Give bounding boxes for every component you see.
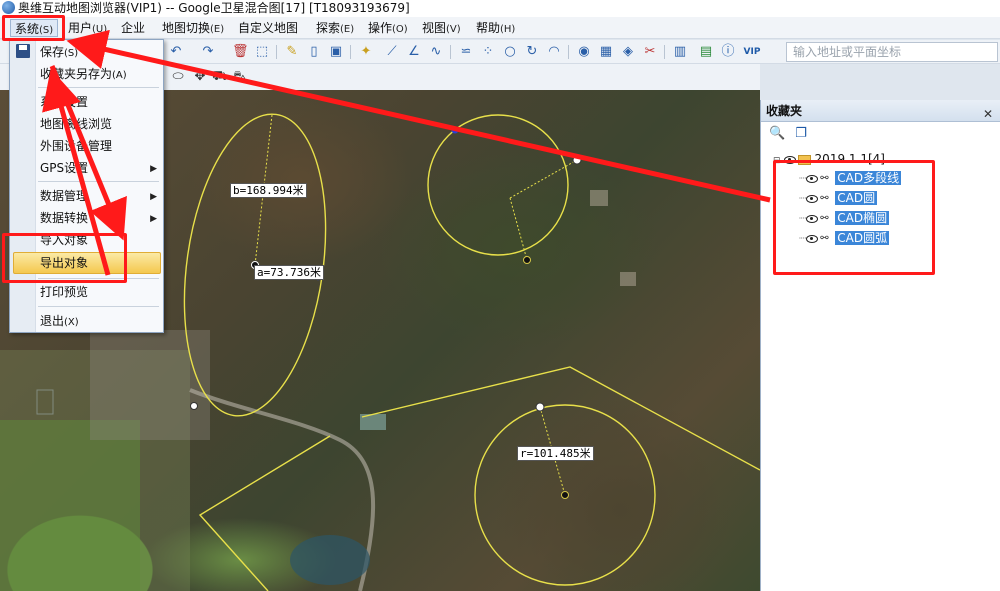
chat-icon[interactable]: ▤ <box>698 44 714 60</box>
favorites-toolbar: 🔍 ❐ <box>761 122 1000 146</box>
circle-tool-icon[interactable]: ○ <box>502 44 518 60</box>
arc-icon[interactable]: ◠ <box>546 44 562 60</box>
angle-icon[interactable]: ∠ <box>406 44 422 60</box>
menu-enterprise[interactable]: 企业 <box>117 19 149 37</box>
save-icon <box>16 44 30 58</box>
menu-help[interactable]: 帮助(H) <box>472 19 519 37</box>
globe-icon[interactable]: ◉ <box>576 44 592 60</box>
vip-icon[interactable]: VIP <box>742 44 762 60</box>
building-icon[interactable]: ▥ <box>672 44 688 60</box>
pencil-icon[interactable]: ✎ <box>284 44 300 60</box>
menu-icon-strip <box>10 40 36 332</box>
menu-view[interactable]: 视图(V) <box>418 19 465 37</box>
menu-map-switch[interactable]: 地图切换(E) <box>158 19 228 37</box>
tag-icon[interactable]: ◈ <box>620 44 636 60</box>
window-titlebar: 奥维互动地图浏览器(VIP1) -- Google卫星混合图[17] [T180… <box>0 0 1000 17</box>
annotation-box-system-menu <box>2 15 65 41</box>
cart-icon[interactable]: ⛟ <box>212 69 228 85</box>
secondary-toolbar: ⬭ ✥ ⛟ ⛍ <box>164 64 760 90</box>
rotate-icon[interactable]: ↻ <box>524 44 540 60</box>
curve-icon[interactable]: ∿ <box>428 44 444 60</box>
circle-r-label: r=101.485米 <box>517 446 594 461</box>
polyline-icon[interactable]: ⟋ <box>384 44 400 60</box>
menu-save[interactable]: 保存(S) <box>40 42 78 62</box>
menu-print-preview[interactable]: 打印预览 <box>40 282 88 302</box>
menu-data-conversion[interactable]: 数据转换 <box>40 208 88 228</box>
menu-data-management[interactable]: 数据管理 <box>40 186 88 206</box>
window-title: 奥维互动地图浏览器(VIP1) -- Google卫星混合图[17] [T180… <box>18 1 410 15</box>
favorites-panel-header: 收藏夹 ✕ <box>761 100 1000 122</box>
ellipse-b-label: b=168.994米 <box>230 183 307 198</box>
ruler-icon[interactable]: ▯ <box>306 44 322 60</box>
menu-offline-browse[interactable]: 地图离线浏览 <box>40 114 112 134</box>
star-icon[interactable]: ✦ <box>358 44 374 60</box>
baidu-watermark: Bai du 经验 jingyan.baidu.com <box>788 529 990 584</box>
app-icon <box>2 1 15 14</box>
system-menu-dropdown: 保存(S) 收藏夹另存为(A) 系统设置 地图离线浏览 外围设备管理 GPS设置… <box>9 39 164 333</box>
measure-area-icon[interactable]: ▣ <box>328 44 344 60</box>
menu-user[interactable]: 用户(U) <box>64 19 111 37</box>
points-icon[interactable]: ⁘ <box>480 44 496 60</box>
ellipse-a-label: a=73.736米 <box>254 265 324 280</box>
annotation-box-export <box>2 233 127 283</box>
annotation-box-favorites <box>773 160 935 275</box>
submenu-arrow-icon: ▶ <box>150 214 157 224</box>
menu-operation[interactable]: 操作(O) <box>364 19 412 37</box>
submenu-arrow-icon: ▶ <box>150 192 157 202</box>
layer-icon[interactable]: ▦ <box>598 44 614 60</box>
cad-circle-top <box>427 114 569 256</box>
menu-custom-map[interactable]: 自定义地图 <box>234 19 302 37</box>
submenu-arrow-icon: ▶ <box>150 164 157 174</box>
menu-system-settings[interactable]: 系统设置 <box>40 92 88 112</box>
vehicle-icon[interactable]: ⛍ <box>232 69 248 85</box>
watermark-brand: Bai du 经验 <box>788 529 990 570</box>
menu-gps-settings[interactable]: GPS设置 <box>40 158 160 178</box>
menu-device-management[interactable]: 外围设备管理 <box>40 136 112 156</box>
menu-explore[interactable]: 探索(E) <box>312 19 358 37</box>
layers-icon[interactable]: ❐ <box>793 126 809 142</box>
menu-save-as[interactable]: 收藏夹另存为(A) <box>40 64 127 84</box>
undo-icon[interactable]: ↶ <box>168 44 184 60</box>
info-icon[interactable]: ⓘ <box>720 44 736 60</box>
watermark-url: jingyan.baidu.com <box>893 569 990 583</box>
menu-bar: 系统(S) 用户(U) 企业 地图切换(E) 自定义地图 探索(E) 操作(O)… <box>0 17 1000 39</box>
pan-icon[interactable]: ✥ <box>192 69 208 85</box>
delete-icon[interactable]: 🗑 <box>232 44 249 60</box>
menu-exit[interactable]: 退出(X) <box>40 311 79 331</box>
redo-icon[interactable]: ↷ <box>200 44 216 60</box>
split-icon[interactable]: ⋍ <box>458 44 474 60</box>
search-input[interactable]: 输入地址或平面坐标 <box>786 42 998 62</box>
scissors-icon[interactable]: ✂ <box>642 44 658 60</box>
select-rect-icon[interactable]: ⬚ <box>254 44 270 60</box>
search-icon[interactable]: 🔍 <box>769 126 785 142</box>
ellipse-tool-icon[interactable]: ⬭ <box>170 69 186 85</box>
favorites-panel-title: 收藏夹 <box>766 104 803 118</box>
